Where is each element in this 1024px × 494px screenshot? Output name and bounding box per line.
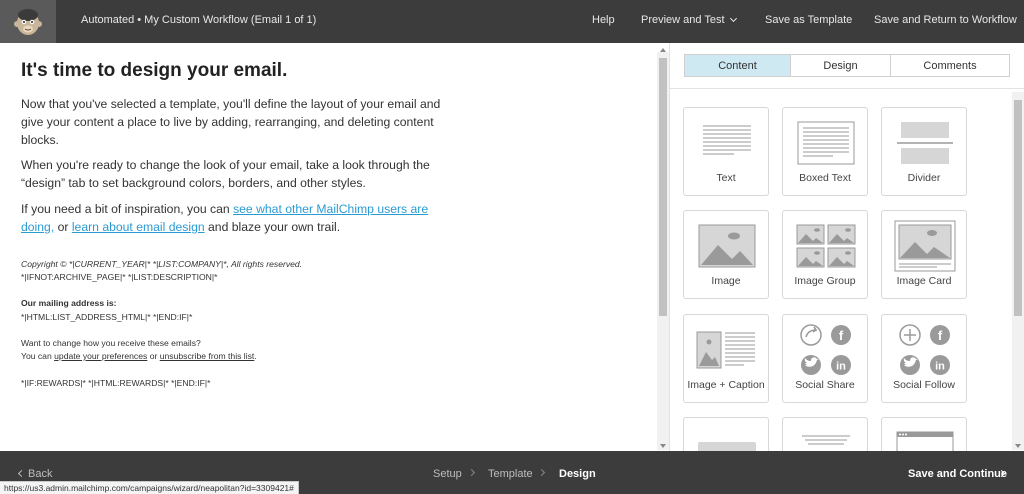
block-label: Text — [716, 172, 736, 184]
chevron-down-icon — [729, 14, 737, 23]
block-image-group[interactable]: Image Group — [782, 210, 868, 299]
image-card-icon — [894, 220, 956, 272]
save-continue-button[interactable]: Save and Continue — [908, 468, 1007, 480]
block-divider[interactable]: Divider — [881, 107, 967, 196]
save-as-template-button[interactable]: Save as Template — [765, 14, 852, 26]
image-group-icon — [796, 224, 856, 268]
scroll-up-icon[interactable] — [660, 48, 666, 52]
email-preview-pane: It's time to design your email. Now that… — [0, 43, 657, 451]
scroll-down-icon[interactable] — [1015, 444, 1021, 448]
tab-content[interactable]: Content — [685, 55, 791, 76]
chevron-left-icon — [17, 469, 26, 478]
inspiration-text-mid: or — [54, 220, 72, 234]
block-image[interactable]: Image — [683, 210, 769, 299]
page-heading: It's time to design your email. — [21, 60, 288, 81]
preferences-line: You can update your preferences or unsub… — [21, 350, 257, 363]
step-separator-icon — [537, 468, 546, 477]
copyright-line: Copyright © *|CURRENT_YEAR|* *|LIST:COMP… — [21, 258, 302, 271]
block-label: Image Group — [794, 275, 856, 287]
image-icon — [698, 224, 756, 268]
copyright-text: Copyright © *|CURRENT_YEAR|* *|LIST:COMP… — [21, 259, 303, 269]
image-caption-icon — [696, 331, 755, 369]
status-url: https://us3.admin.mailchimp.com/campaign… — [0, 481, 299, 494]
block-image-card[interactable]: Image Card — [881, 210, 967, 299]
back-button[interactable]: Back — [28, 468, 52, 480]
block-label: Image + Caption — [687, 379, 765, 391]
update-preferences-link[interactable]: update your preferences — [54, 351, 147, 361]
text-block-icon — [703, 125, 751, 155]
block-boxed-text[interactable]: Boxed Text — [782, 107, 868, 196]
tab-comments[interactable]: Comments — [891, 55, 1009, 76]
address-line: *|HTML:LIST_ADDRESS_HTML|* *|END:IF|* — [21, 312, 193, 322]
step-design[interactable]: Design — [559, 468, 596, 480]
change-question: Want to change how you receive these ema… — [21, 338, 201, 348]
save-return-workflow-button[interactable]: Save and Return to Workflow — [874, 14, 1017, 26]
preview-test-label: Preview and Test — [641, 14, 725, 26]
rewards-line: *|IF:REWARDS|* *|HTML:REWARDS|* *|END:IF… — [21, 378, 211, 388]
svg-text:f: f — [938, 328, 943, 343]
panel-scrollbar-thumb[interactable] — [1014, 100, 1022, 316]
social-share-icon: f in — [800, 324, 851, 375]
freddie-logo-icon — [14, 8, 42, 35]
inspiration-paragraph: If you need a bit of inspiration, you ca… — [21, 200, 451, 236]
block-label: Image Card — [896, 275, 952, 287]
preview-scrollbar[interactable] — [657, 48, 669, 450]
svg-text:in: in — [836, 361, 846, 373]
scroll-down-icon[interactable] — [660, 444, 666, 448]
svg-text:in: in — [935, 361, 945, 373]
tab-design[interactable]: Design — [791, 55, 891, 76]
divider-icon — [897, 122, 953, 164]
inspiration-text-start: If you need a bit of inspiration, you ca… — [21, 202, 234, 216]
preferences-period: . — [254, 351, 257, 361]
block-social-follow[interactable]: f in Social Follow — [881, 314, 967, 403]
unsubscribe-link[interactable]: unsubscribe from this list — [160, 351, 255, 361]
top-bar: Automated • My Custom Workflow (Email 1 … — [0, 0, 1024, 43]
step-template[interactable]: Template — [488, 468, 533, 480]
help-link[interactable]: Help — [592, 14, 615, 26]
step-separator-icon — [467, 468, 476, 477]
block-label: Boxed Text — [799, 172, 851, 184]
learn-email-design-link[interactable]: learn about email design — [72, 220, 205, 234]
preferences-text: You can — [21, 351, 55, 361]
panel-tabs: Content Design Comments — [684, 54, 1010, 77]
content-blocks-panel: Content Design Comments Text Boxed Text — [670, 43, 1024, 477]
block-label: Divider — [907, 172, 941, 184]
block-image-caption[interactable]: Image + Caption — [683, 314, 769, 403]
panel-divider — [670, 88, 1024, 89]
block-label: Image — [711, 275, 741, 287]
svg-text:f: f — [839, 328, 844, 343]
step-setup[interactable]: Setup — [433, 468, 462, 480]
boxed-text-icon — [797, 121, 855, 165]
mailing-address-heading: Our mailing address is: — [21, 298, 117, 308]
archive-line: *|IFNOT:ARCHIVE_PAGE|* *|LIST:DESCRIPTIO… — [21, 272, 218, 282]
campaign-title: Automated • My Custom Workflow (Email 1 … — [81, 14, 317, 26]
block-text[interactable]: Text — [683, 107, 769, 196]
block-social-share[interactable]: f in Social Share — [782, 314, 868, 403]
inspiration-text-end: and blaze your own trail. — [204, 220, 341, 234]
panel-scrollbar[interactable] — [1012, 92, 1024, 450]
intro-paragraph: Now that you've selected a template, you… — [21, 97, 441, 147]
preferences-or: or — [147, 351, 160, 361]
mailchimp-logo[interactable] — [0, 0, 56, 43]
block-label: Social Share — [795, 379, 855, 391]
social-follow-icon: f in — [899, 324, 950, 375]
design-paragraph: When you're ready to change the look of … — [21, 158, 430, 190]
block-label: Social Follow — [893, 379, 955, 391]
preview-test-menu[interactable]: Preview and Test — [641, 14, 737, 26]
preview-scrollbar-thumb[interactable] — [659, 58, 667, 316]
